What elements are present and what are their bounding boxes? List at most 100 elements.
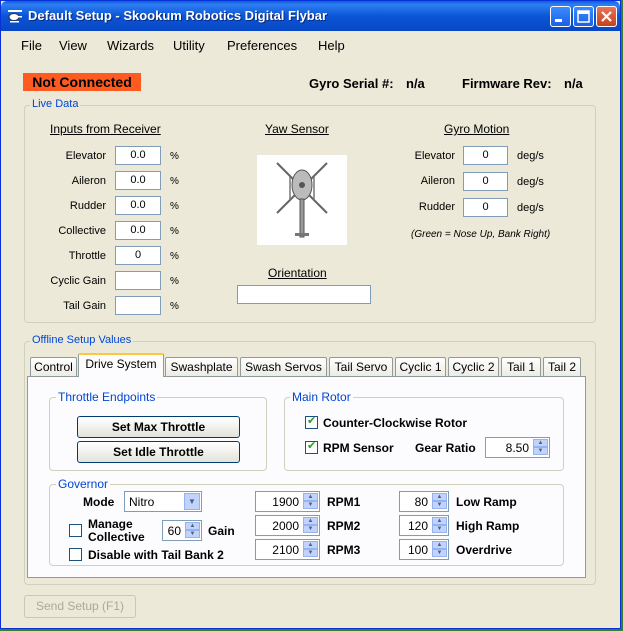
set-max-throttle-button[interactable]: Set Max Throttle bbox=[77, 416, 240, 438]
menu-utility[interactable]: Utility bbox=[173, 38, 205, 53]
menu-help[interactable]: Help bbox=[318, 38, 345, 53]
input-elevator-label: Elevator bbox=[65, 150, 106, 162]
high-ramp-spin-arrows[interactable]: ▲ ▼ bbox=[432, 517, 447, 534]
manage-collective-label-line2: Collective bbox=[88, 530, 145, 544]
set-idle-throttle-button[interactable]: Set Idle Throttle bbox=[77, 441, 240, 463]
chevron-down-icon[interactable]: ▼ bbox=[184, 493, 200, 510]
spin-up-icon[interactable]: ▲ bbox=[432, 493, 447, 501]
spin-up-icon[interactable]: ▲ bbox=[432, 517, 447, 525]
spin-up-icon[interactable]: ▲ bbox=[533, 439, 548, 447]
gear-ratio-label: Gear Ratio bbox=[415, 441, 476, 455]
spin-down-icon[interactable]: ▼ bbox=[303, 525, 318, 533]
menu-wizards[interactable]: Wizards bbox=[107, 38, 154, 53]
gyro-aileron-unit: deg/s bbox=[517, 176, 544, 188]
high-ramp-value: 120 bbox=[407, 519, 428, 533]
disable-tail-bank-checkbox[interactable] bbox=[69, 548, 82, 561]
tab-tail-servo[interactable]: Tail Servo bbox=[329, 357, 393, 376]
gear-ratio-spin-arrows[interactable]: ▲ ▼ bbox=[533, 439, 548, 456]
inputs-heading: Inputs from Receiver bbox=[50, 122, 161, 136]
input-collective-label: Collective bbox=[58, 225, 106, 237]
spin-up-icon[interactable]: ▲ bbox=[303, 541, 318, 549]
disable-tail-bank-label: Disable with Tail Bank 2 bbox=[88, 548, 224, 562]
rpm1-spin-arrows[interactable]: ▲ ▼ bbox=[303, 493, 318, 510]
tab-cyclic-1[interactable]: Cyclic 1 bbox=[395, 357, 446, 376]
rpm3-spin-arrows[interactable]: ▲ ▼ bbox=[303, 541, 318, 558]
gyro-elevator-label: Elevator bbox=[414, 150, 455, 162]
minimize-button[interactable] bbox=[550, 6, 571, 27]
overdrive-spin-arrows[interactable]: ▲ ▼ bbox=[432, 541, 447, 558]
app-window: Default Setup - Skookum Robotics Digital… bbox=[0, 0, 621, 629]
spin-up-icon[interactable]: ▲ bbox=[303, 493, 318, 501]
rpm2-spin-arrows[interactable]: ▲ ▼ bbox=[303, 517, 318, 534]
high-ramp-label: High Ramp bbox=[456, 519, 520, 533]
spin-down-icon[interactable]: ▼ bbox=[303, 501, 318, 509]
spin-down-icon[interactable]: ▼ bbox=[432, 501, 447, 509]
tab-tail-2[interactable]: Tail 2 bbox=[543, 357, 581, 376]
rpm-sensor-checkbox[interactable] bbox=[305, 439, 318, 454]
gyro-rudder-value: 0 bbox=[463, 198, 508, 217]
spin-down-icon[interactable]: ▼ bbox=[432, 549, 447, 557]
main-rotor-label: Main Rotor bbox=[290, 390, 353, 404]
overdrive-value: 100 bbox=[407, 543, 428, 557]
live-data-label: Live Data bbox=[30, 98, 81, 110]
window-title: Default Setup - Skookum Robotics Digital… bbox=[28, 8, 328, 23]
spin-up-icon[interactable]: ▲ bbox=[185, 522, 200, 530]
spin-down-icon[interactable]: ▼ bbox=[185, 530, 200, 538]
low-ramp-spin-arrows[interactable]: ▲ ▼ bbox=[432, 493, 447, 510]
rpm1-stepper[interactable]: 1900 ▲ ▼ bbox=[255, 491, 320, 512]
close-button[interactable] bbox=[596, 6, 617, 27]
low-ramp-stepper[interactable]: 80 ▲ ▼ bbox=[399, 491, 449, 512]
input-elevator-unit: % bbox=[170, 151, 179, 162]
input-throttle-unit: % bbox=[170, 251, 179, 262]
tab-tail-1[interactable]: Tail 1 bbox=[501, 357, 541, 376]
offline-setup-label: Offline Setup Values bbox=[30, 334, 134, 346]
governor-label: Governor bbox=[56, 477, 111, 491]
input-aileron-label: Aileron bbox=[71, 175, 106, 187]
tab-swash-servos[interactable]: Swash Servos bbox=[240, 357, 327, 376]
ccw-rotor-checkbox[interactable] bbox=[305, 414, 318, 429]
spin-down-icon[interactable]: ▼ bbox=[303, 549, 318, 557]
menu-file[interactable]: File bbox=[21, 38, 42, 53]
gyro-rudder-unit: deg/s bbox=[517, 202, 544, 214]
overdrive-label: Overdrive bbox=[456, 543, 513, 557]
send-setup-button[interactable]: Send Setup (F1) bbox=[24, 595, 136, 618]
input-cyclic-gain-label: Cyclic Gain bbox=[50, 275, 106, 287]
gear-ratio-stepper[interactable]: 8.50 ▲ ▼ bbox=[485, 437, 550, 458]
tab-cyclic-2[interactable]: Cyclic 2 bbox=[448, 357, 499, 376]
manage-collective-checkbox[interactable] bbox=[69, 524, 82, 537]
tab-swashplate[interactable]: Swashplate bbox=[165, 357, 238, 376]
governor-mode-select[interactable]: Nitro ▼ bbox=[124, 491, 202, 512]
firmware-label: Firmware Rev: bbox=[462, 76, 552, 91]
tab-control[interactable]: Control bbox=[30, 357, 77, 376]
main-rotor-group bbox=[284, 397, 564, 471]
input-cyclic-gain-unit: % bbox=[170, 276, 179, 287]
spin-up-icon[interactable]: ▲ bbox=[432, 541, 447, 549]
input-tail-gain-label: Tail Gain bbox=[63, 300, 106, 312]
spin-down-icon[interactable]: ▼ bbox=[533, 447, 548, 455]
menu-bar bbox=[1, 31, 620, 59]
input-tail-gain-value bbox=[115, 296, 161, 315]
rpm1-label: RPM1 bbox=[327, 495, 361, 509]
tab-drive-system[interactable]: Drive System bbox=[78, 353, 164, 377]
helicopter-app-icon[interactable] bbox=[7, 8, 23, 24]
rpm3-stepper[interactable]: 2100 ▲ ▼ bbox=[255, 539, 320, 560]
rpm2-stepper[interactable]: 2000 ▲ ▼ bbox=[255, 515, 320, 536]
menu-view[interactable]: View bbox=[59, 38, 87, 53]
high-ramp-stepper[interactable]: 120 ▲ ▼ bbox=[399, 515, 449, 536]
overdrive-stepper[interactable]: 100 ▲ ▼ bbox=[399, 539, 449, 560]
gyro-elevator-value: 0 bbox=[463, 146, 508, 165]
menu-preferences[interactable]: Preferences bbox=[227, 38, 297, 53]
rpm1-value: 1900 bbox=[272, 495, 299, 509]
input-rudder-value: 0.0 bbox=[115, 196, 161, 215]
rpm-sensor-label: RPM Sensor bbox=[323, 441, 394, 455]
spin-down-icon[interactable]: ▼ bbox=[432, 525, 447, 533]
gain-spin-arrows[interactable]: ▲ ▼ bbox=[185, 522, 200, 539]
orientation-heading: Orientation bbox=[268, 266, 327, 280]
maximize-button[interactable] bbox=[573, 6, 594, 27]
input-aileron-value: 0.0 bbox=[115, 171, 161, 190]
gain-stepper[interactable]: 60 ▲ ▼ bbox=[162, 520, 202, 541]
spin-up-icon[interactable]: ▲ bbox=[303, 517, 318, 525]
rpm2-label: RPM2 bbox=[327, 519, 361, 533]
firmware-value: n/a bbox=[564, 76, 583, 91]
title-bar[interactable]: Default Setup - Skookum Robotics Digital… bbox=[1, 1, 620, 31]
